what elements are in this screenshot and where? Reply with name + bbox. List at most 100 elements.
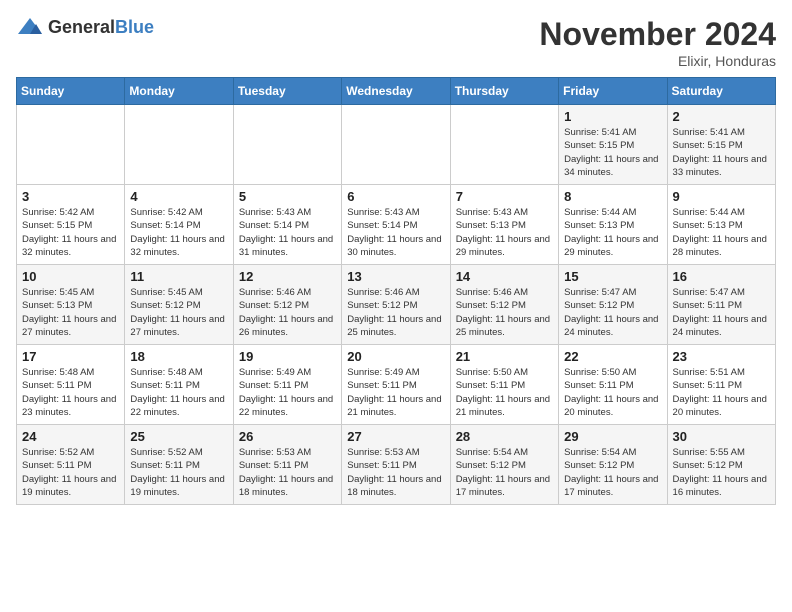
day-cell: [450, 105, 558, 185]
day-info: Sunrise: 5:51 AM Sunset: 5:11 PM Dayligh…: [673, 366, 770, 419]
day-number: 22: [564, 349, 661, 364]
day-cell: 2 Sunrise: 5:41 AM Sunset: 5:15 PM Daylig…: [667, 105, 775, 185]
week-row-1: 3Sunrise: 5:42 AM Sunset: 5:15 PM Daylig…: [17, 185, 776, 265]
logo-text: GeneralBlue: [48, 17, 154, 38]
day-number: 23: [673, 349, 770, 364]
day-info: Sunrise: 5:46 AM Sunset: 5:12 PM Dayligh…: [456, 286, 553, 339]
day-cell: 13Sunrise: 5:46 AM Sunset: 5:12 PM Dayli…: [342, 265, 450, 345]
day-info: Sunrise: 5:54 AM Sunset: 5:12 PM Dayligh…: [564, 446, 661, 499]
day-number: 15: [564, 269, 661, 284]
day-number: 7: [456, 189, 553, 204]
day-cell: 4 Sunrise: 5:42 AM Sunset: 5:14 PM Daylig…: [125, 185, 233, 265]
day-cell: 23 Sunrise: 5:51 AM Sunset: 5:11 PM Dayli…: [667, 345, 775, 425]
logo-blue: Blue: [115, 17, 154, 37]
calendar-header: SundayMondayTuesdayWednesdayThursdayFrid…: [17, 78, 776, 105]
day-number: 6: [347, 189, 444, 204]
day-number: 2: [673, 109, 770, 124]
day-cell: 9Sunrise: 5:44 AM Sunset: 5:13 PM Daylig…: [667, 185, 775, 265]
header-row: SundayMondayTuesdayWednesdayThursdayFrid…: [17, 78, 776, 105]
day-cell: 1Sunrise: 5:41 AM Sunset: 5:15 PM Daylig…: [559, 105, 667, 185]
day-cell: 27 Sunrise: 5:53 AM Sunset: 5:11 PM Dayli…: [342, 425, 450, 505]
day-info: Sunrise: 5:48 AM Sunset: 5:11 PM Dayligh…: [22, 366, 119, 419]
day-number: 28: [456, 429, 553, 444]
day-cell: 7 Sunrise: 5:43 AM Sunset: 5:13 PM Daylig…: [450, 185, 558, 265]
day-number: 3: [22, 189, 119, 204]
day-cell: [17, 105, 125, 185]
day-cell: 14 Sunrise: 5:46 AM Sunset: 5:12 PM Dayli…: [450, 265, 558, 345]
day-info: Sunrise: 5:47 AM Sunset: 5:11 PM Dayligh…: [673, 286, 770, 339]
day-number: 11: [130, 269, 227, 284]
day-cell: 5Sunrise: 5:43 AM Sunset: 5:14 PM Daylig…: [233, 185, 341, 265]
day-number: 8: [564, 189, 661, 204]
week-row-0: 1Sunrise: 5:41 AM Sunset: 5:15 PM Daylig…: [17, 105, 776, 185]
day-info: Sunrise: 5:44 AM Sunset: 5:13 PM Dayligh…: [564, 206, 661, 259]
day-number: 12: [239, 269, 336, 284]
day-cell: 6Sunrise: 5:43 AM Sunset: 5:14 PM Daylig…: [342, 185, 450, 265]
day-number: 10: [22, 269, 119, 284]
header-cell-friday: Friday: [559, 78, 667, 105]
header-cell-thursday: Thursday: [450, 78, 558, 105]
day-cell: 10 Sunrise: 5:45 AM Sunset: 5:13 PM Dayli…: [17, 265, 125, 345]
day-info: Sunrise: 5:50 AM Sunset: 5:11 PM Dayligh…: [564, 366, 661, 419]
day-number: 27: [347, 429, 444, 444]
day-number: 20: [347, 349, 444, 364]
day-number: 21: [456, 349, 553, 364]
day-number: 13: [347, 269, 444, 284]
day-number: 26: [239, 429, 336, 444]
day-cell: 22 Sunrise: 5:50 AM Sunset: 5:11 PM Dayli…: [559, 345, 667, 425]
day-cell: 18 Sunrise: 5:48 AM Sunset: 5:11 PM Dayli…: [125, 345, 233, 425]
day-info: Sunrise: 5:48 AM Sunset: 5:11 PM Dayligh…: [130, 366, 227, 419]
logo-general: General: [48, 17, 115, 37]
month-title: November 2024: [539, 16, 776, 53]
day-cell: 8 Sunrise: 5:44 AM Sunset: 5:13 PM Daylig…: [559, 185, 667, 265]
day-info: Sunrise: 5:50 AM Sunset: 5:11 PM Dayligh…: [456, 366, 553, 419]
header-cell-tuesday: Tuesday: [233, 78, 341, 105]
day-info: Sunrise: 5:52 AM Sunset: 5:11 PM Dayligh…: [130, 446, 227, 499]
day-info: Sunrise: 5:45 AM Sunset: 5:12 PM Dayligh…: [130, 286, 227, 339]
header-cell-sunday: Sunday: [17, 78, 125, 105]
day-info: Sunrise: 5:42 AM Sunset: 5:14 PM Dayligh…: [130, 206, 227, 259]
day-info: Sunrise: 5:45 AM Sunset: 5:13 PM Dayligh…: [22, 286, 119, 339]
day-number: 24: [22, 429, 119, 444]
day-cell: 17 Sunrise: 5:48 AM Sunset: 5:11 PM Dayli…: [17, 345, 125, 425]
header-cell-monday: Monday: [125, 78, 233, 105]
week-row-3: 17 Sunrise: 5:48 AM Sunset: 5:11 PM Dayli…: [17, 345, 776, 425]
day-info: Sunrise: 5:54 AM Sunset: 5:12 PM Dayligh…: [456, 446, 553, 499]
day-cell: 24 Sunrise: 5:52 AM Sunset: 5:11 PM Dayli…: [17, 425, 125, 505]
day-info: Sunrise: 5:52 AM Sunset: 5:11 PM Dayligh…: [22, 446, 119, 499]
day-number: 18: [130, 349, 227, 364]
day-info: Sunrise: 5:53 AM Sunset: 5:11 PM Dayligh…: [347, 446, 444, 499]
calendar-table: SundayMondayTuesdayWednesdayThursdayFrid…: [16, 77, 776, 505]
day-number: 25: [130, 429, 227, 444]
day-cell: [125, 105, 233, 185]
day-cell: [233, 105, 341, 185]
day-cell: 25 Sunrise: 5:52 AM Sunset: 5:11 PM Dayli…: [125, 425, 233, 505]
day-info: Sunrise: 5:41 AM Sunset: 5:15 PM Dayligh…: [564, 126, 661, 179]
day-info: Sunrise: 5:47 AM Sunset: 5:12 PM Dayligh…: [564, 286, 661, 339]
day-info: Sunrise: 5:41 AM Sunset: 5:15 PM Dayligh…: [673, 126, 770, 179]
day-cell: 28 Sunrise: 5:54 AM Sunset: 5:12 PM Dayli…: [450, 425, 558, 505]
day-number: 5: [239, 189, 336, 204]
day-cell: 20 Sunrise: 5:49 AM Sunset: 5:11 PM Dayli…: [342, 345, 450, 425]
logo-icon: [16, 16, 44, 38]
day-number: 17: [22, 349, 119, 364]
day-cell: 11 Sunrise: 5:45 AM Sunset: 5:12 PM Dayli…: [125, 265, 233, 345]
day-info: Sunrise: 5:43 AM Sunset: 5:13 PM Dayligh…: [456, 206, 553, 259]
day-cell: 21 Sunrise: 5:50 AM Sunset: 5:11 PM Dayli…: [450, 345, 558, 425]
day-cell: 19Sunrise: 5:49 AM Sunset: 5:11 PM Dayli…: [233, 345, 341, 425]
day-number: 16: [673, 269, 770, 284]
day-info: Sunrise: 5:49 AM Sunset: 5:11 PM Dayligh…: [347, 366, 444, 419]
day-cell: 16 Sunrise: 5:47 AM Sunset: 5:11 PM Dayli…: [667, 265, 775, 345]
location: Elixir, Honduras: [539, 53, 776, 69]
calendar-body: 1Sunrise: 5:41 AM Sunset: 5:15 PM Daylig…: [17, 105, 776, 505]
title-area: November 2024 Elixir, Honduras: [539, 16, 776, 69]
day-cell: 3Sunrise: 5:42 AM Sunset: 5:15 PM Daylig…: [17, 185, 125, 265]
day-info: Sunrise: 5:46 AM Sunset: 5:12 PM Dayligh…: [239, 286, 336, 339]
day-cell: 26Sunrise: 5:53 AM Sunset: 5:11 PM Dayli…: [233, 425, 341, 505]
day-cell: 29Sunrise: 5:54 AM Sunset: 5:12 PM Dayli…: [559, 425, 667, 505]
logo: GeneralBlue: [16, 16, 154, 38]
day-number: 9: [673, 189, 770, 204]
day-number: 14: [456, 269, 553, 284]
header-cell-saturday: Saturday: [667, 78, 775, 105]
day-number: 4: [130, 189, 227, 204]
